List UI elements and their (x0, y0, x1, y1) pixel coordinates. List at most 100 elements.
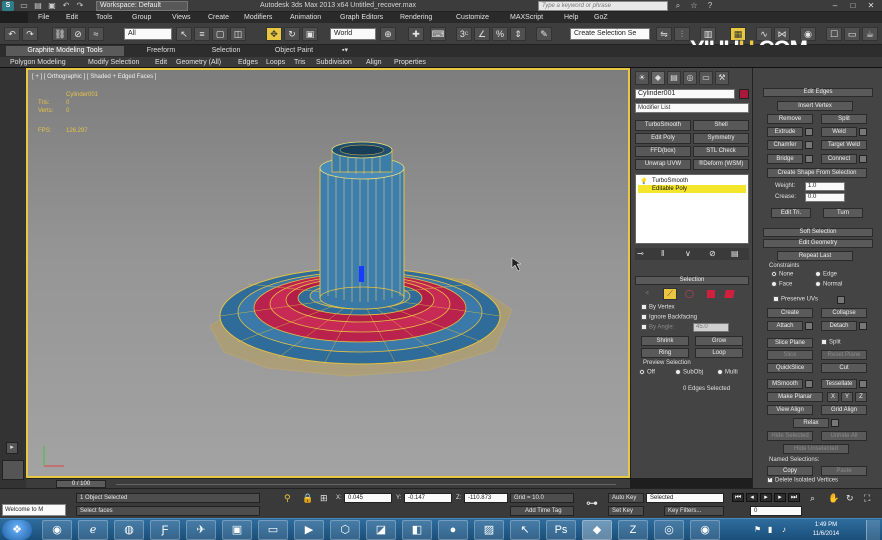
menu-rendering[interactable]: Rendering (400, 12, 432, 23)
target-weld-button[interactable]: Target Weld (821, 140, 867, 150)
keyboard-shortcut-icon[interactable]: ⌨ (430, 27, 446, 41)
key-mode-dropdown[interactable]: Selected (646, 493, 724, 503)
unlink-icon[interactable]: ⊘ (70, 27, 86, 41)
select-object-icon[interactable]: ↖ (176, 27, 192, 41)
spinner-snap-icon[interactable]: ⇕ (510, 27, 526, 41)
percent-snap-icon[interactable]: % (492, 27, 508, 41)
maximize-viewport-icon[interactable]: ⛶ (864, 491, 870, 505)
window-crossing-icon[interactable]: ◫ (230, 27, 246, 41)
zoom-icon[interactable]: ⌕ (810, 491, 815, 505)
slice-plane-button[interactable]: Slice Plane (767, 338, 813, 348)
msmooth-button[interactable]: MSmooth (767, 379, 803, 389)
player-taskbar-icon[interactable]: ▶ (294, 520, 324, 540)
camtasia-taskbar-icon[interactable]: ● (438, 520, 468, 540)
display-tab-icon[interactable]: ▭ (699, 71, 713, 85)
search-input[interactable]: Type a keyword or phrase (538, 1, 668, 11)
edit-edges-rollout-header[interactable]: Edit Edges (763, 88, 873, 97)
constraint-normal-radio[interactable]: Normal (815, 281, 842, 288)
menu-edit[interactable]: Edit (66, 12, 78, 23)
ribbon-edit[interactable]: Edit (155, 57, 167, 68)
3dsmax-taskbar-icon[interactable]: ◆ (582, 520, 612, 540)
z-coord-field[interactable]: -110.873 (464, 493, 508, 503)
split-checkbox[interactable]: Split (821, 339, 841, 346)
extrude-button[interactable]: Extrude (767, 127, 803, 137)
connect-settings-icon[interactable] (859, 155, 867, 163)
reset-plane-button[interactable]: Reset Plane (821, 350, 867, 360)
open-file-icon[interactable]: ▤ (32, 1, 44, 11)
ignore-backfacing-checkbox[interactable]: Ignore Backfacing (641, 314, 697, 321)
pin-stack-icon[interactable]: ⊸ (637, 247, 644, 261)
border-level-icon[interactable]: ◯ (685, 289, 694, 298)
symmetry-button[interactable]: Symmetry (693, 133, 749, 144)
weight-spinner[interactable]: 1.0 (805, 182, 845, 191)
menu-create[interactable]: Create (208, 12, 229, 23)
hierarchy-tab-icon[interactable]: ▤ (667, 71, 681, 85)
modifier-list-dropdown[interactable]: Modifier List (635, 103, 749, 113)
maximize-icon[interactable]: □ (844, 0, 862, 12)
vertex-level-icon[interactable]: ⁖ (645, 290, 653, 298)
x-coord-field[interactable]: 0.045 (344, 493, 392, 503)
menu-modifiers[interactable]: Modifiers (244, 12, 272, 23)
star-icon[interactable]: ☆ (688, 1, 700, 11)
dropbox-taskbar-icon[interactable]: ⬡ (330, 520, 360, 540)
insert-vertex-button[interactable]: Insert Vertex (777, 101, 853, 111)
relax-button[interactable]: Relax (793, 418, 829, 428)
isolate-selection-icon[interactable]: ⚲ (284, 491, 291, 505)
tessellate-button[interactable]: Tessellate (821, 379, 857, 389)
bridge-button[interactable]: Bridge (767, 154, 803, 164)
object-color-swatch[interactable] (739, 89, 749, 99)
select-and-manipulate-icon[interactable]: ✚ (408, 27, 424, 41)
remove-modifier-icon[interactable]: ⊘ (709, 247, 716, 261)
attach-settings-icon[interactable] (805, 322, 813, 330)
timeline[interactable]: 0 / 100 (26, 478, 630, 488)
render-production-icon[interactable]: ☕ (862, 27, 878, 41)
shrink-button[interactable]: Shrink (641, 336, 689, 346)
select-and-move-icon[interactable]: ✥ (266, 27, 282, 41)
create-button[interactable]: Create (767, 308, 813, 318)
play-script-icon[interactable]: ▸ (6, 442, 18, 454)
select-and-link-icon[interactable]: ⛓ (52, 27, 68, 41)
bridge-settings-icon[interactable] (805, 155, 813, 163)
detach-button[interactable]: Detach (821, 321, 857, 331)
redo-button[interactable]: ↷ (22, 27, 38, 41)
msmooth-settings-icon[interactable] (805, 380, 813, 388)
preserve-uvs-checkbox[interactable]: Preserve UVs (773, 296, 818, 303)
edit-poly-button[interactable]: Edit Poly (635, 133, 691, 144)
repeat-last-button[interactable]: Repeat Last (777, 251, 853, 261)
media-taskbar-icon[interactable]: ▣ (222, 520, 252, 540)
preview-off-radio[interactable]: Off (639, 369, 655, 376)
attach-button[interactable]: Attach (767, 321, 803, 331)
rectangular-selection-icon[interactable]: ▢ (212, 27, 228, 41)
selection-filter-dropdown[interactable]: All (124, 28, 172, 40)
shell-button[interactable]: Shell (693, 120, 749, 131)
select-and-scale-icon[interactable]: ▣ (302, 27, 318, 41)
create-shape-button[interactable]: Create Shape From Selection (767, 168, 867, 178)
stack-item-editable-poly[interactable]: Editable Poly (638, 185, 746, 193)
go-to-start-icon[interactable]: ⏮ (732, 493, 744, 502)
photoshop-taskbar-icon[interactable]: Ps (546, 520, 576, 540)
snaps-toggle-icon[interactable]: 3ᶜ (456, 27, 472, 41)
cursor-taskbar-icon[interactable]: ↖ (510, 520, 540, 540)
reference-coordinate-dropdown[interactable]: World (330, 28, 376, 40)
next-frame-icon[interactable]: ▸ (774, 493, 786, 502)
tray-network-icon[interactable]: ▮ (768, 523, 772, 537)
render-setup-icon[interactable]: ☐ (826, 27, 842, 41)
filezilla-taskbar-icon[interactable]: Ƒ (150, 520, 180, 540)
constraint-none-radio[interactable]: None (771, 271, 793, 278)
loop-button[interactable]: Loop (695, 348, 743, 358)
turbosmooth-button[interactable]: TurboSmooth (635, 120, 691, 131)
select-by-name-icon[interactable]: ≡ (194, 27, 210, 41)
current-frame-field[interactable]: 0 (750, 506, 802, 516)
named-selection-set-dropdown[interactable]: Create Selection Se (570, 28, 650, 40)
system-clock[interactable]: 1:49 PM 11/6/2014 (806, 521, 846, 539)
rendered-frame-icon[interactable]: ▭ (844, 27, 860, 41)
selection-lock-icon[interactable]: 🔒 (302, 491, 313, 505)
selection-rollout-header[interactable]: Selection (635, 276, 749, 285)
crease-spinner[interactable]: 0.0 (805, 193, 845, 202)
firefox-taskbar-icon[interactable]: ◉ (42, 520, 72, 540)
angle-snap-icon[interactable]: ∠ (474, 27, 490, 41)
key-filters-button[interactable]: Key Filters... (664, 506, 724, 516)
soft-selection-rollout-header[interactable]: Soft Selection (763, 228, 873, 237)
preserve-uvs-settings-icon[interactable] (837, 296, 845, 304)
recorder-taskbar-icon[interactable]: ◎ (654, 520, 684, 540)
